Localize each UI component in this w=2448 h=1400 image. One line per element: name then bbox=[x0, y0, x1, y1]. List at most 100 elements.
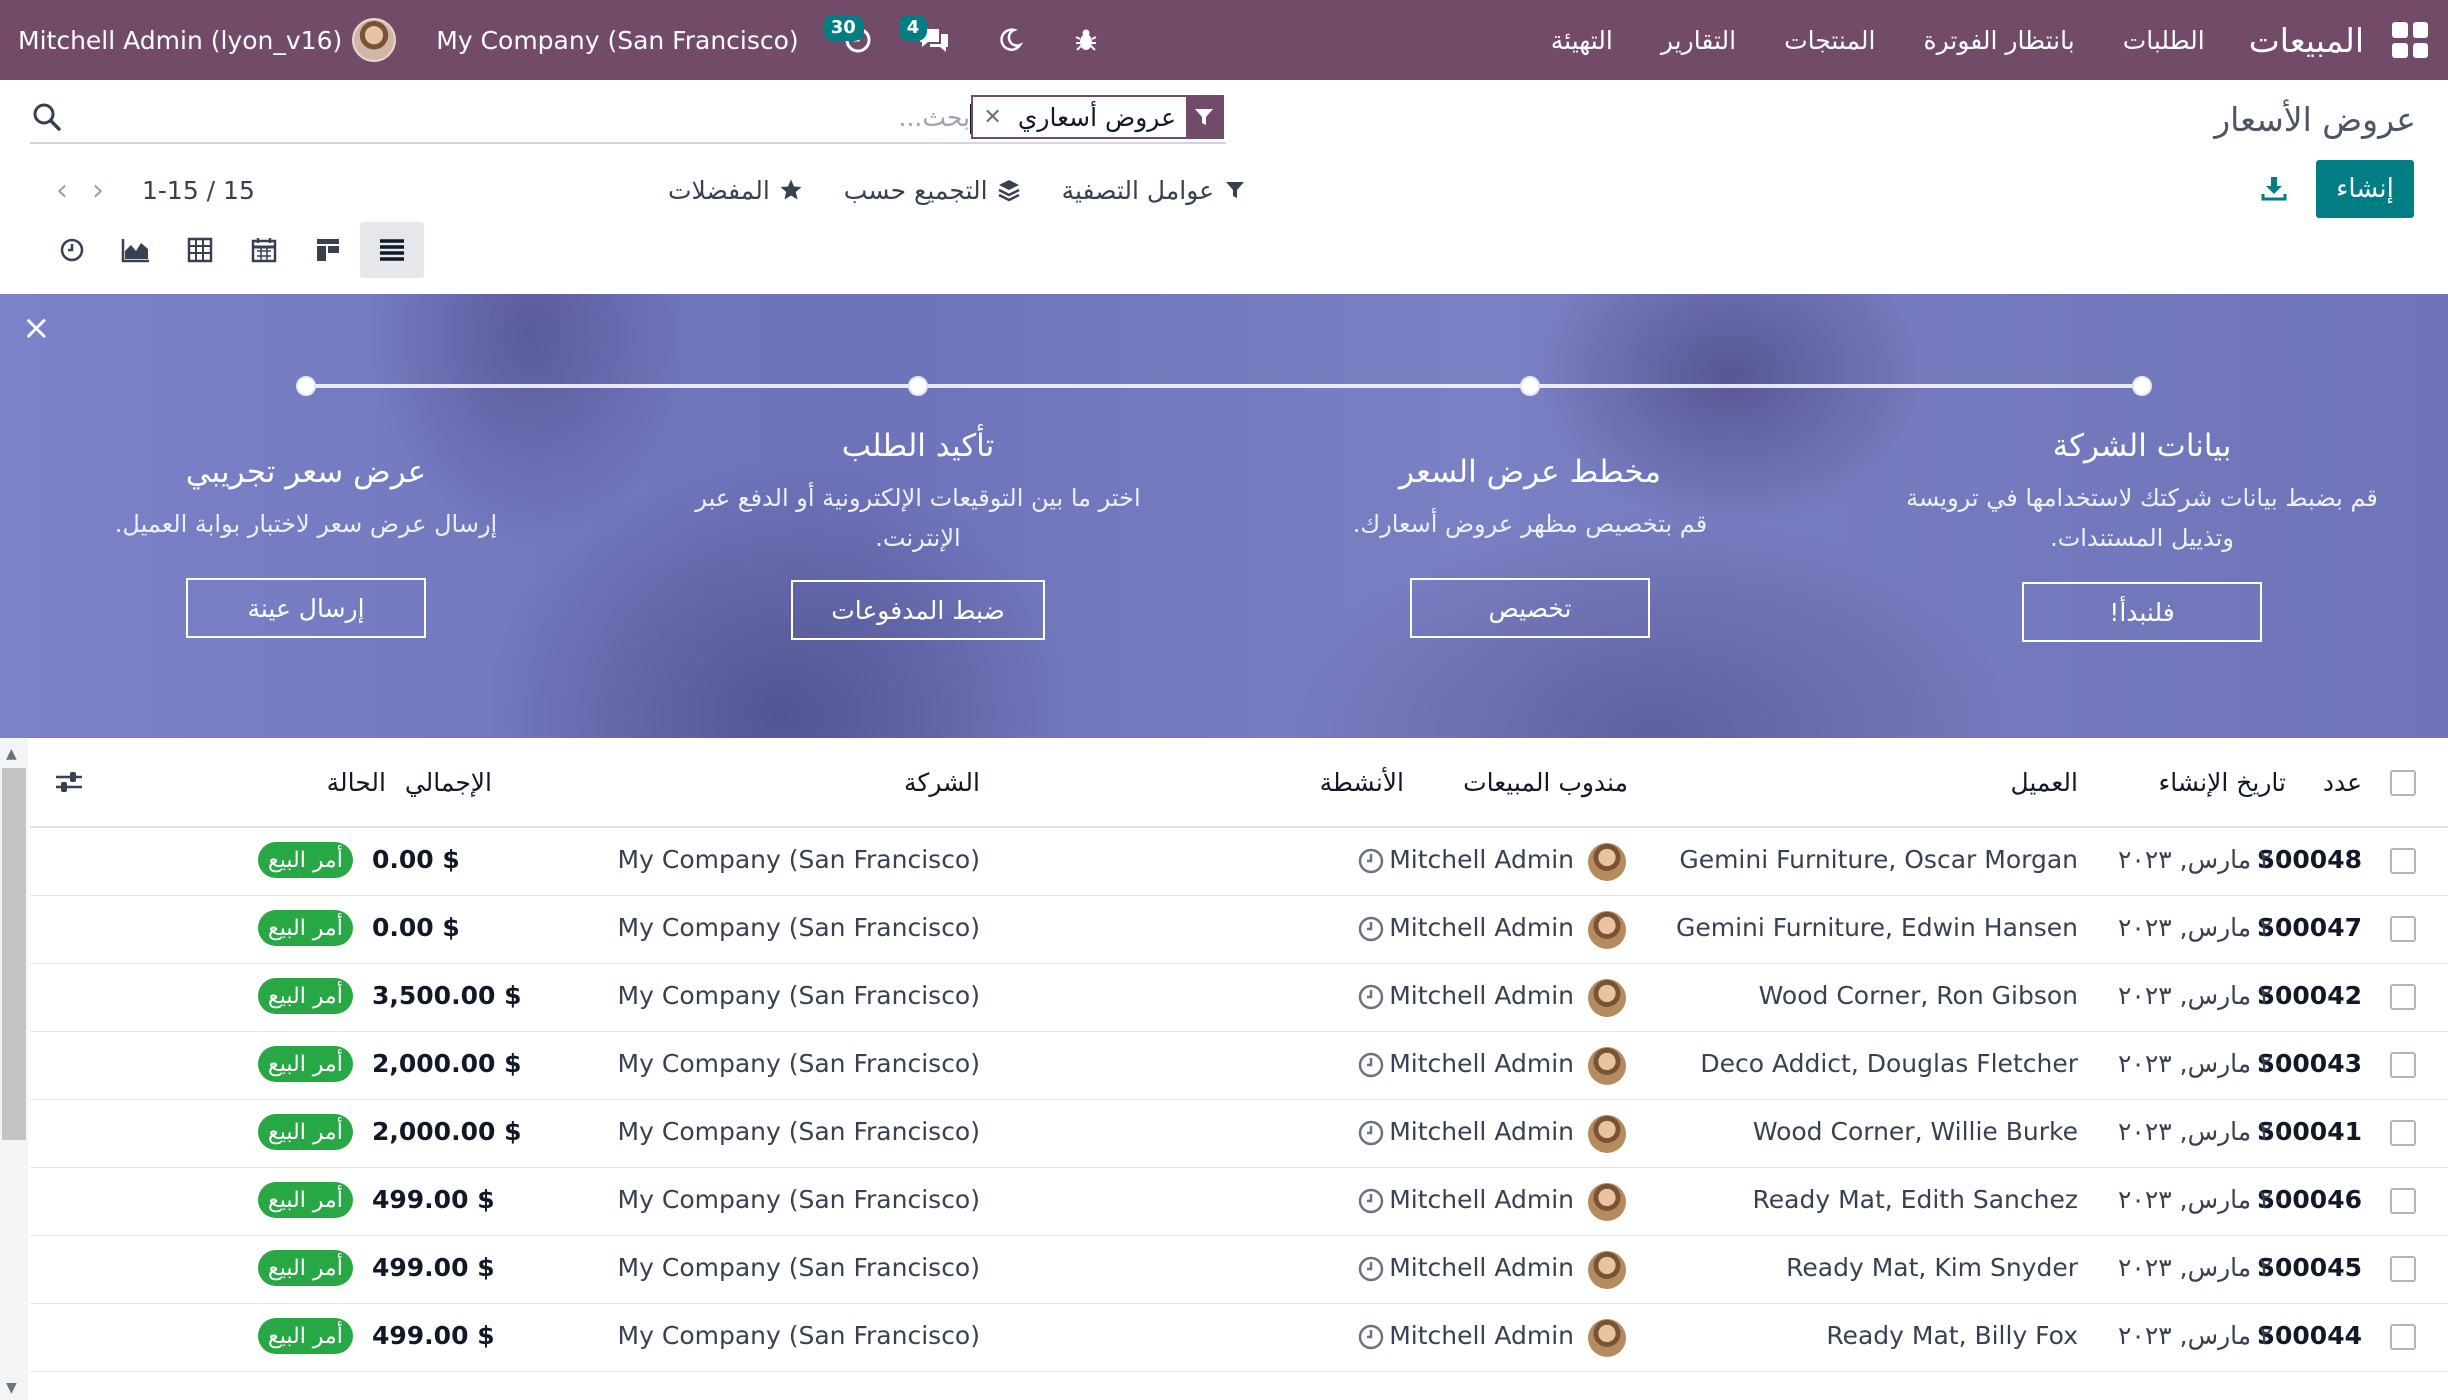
amount-total: $ 2,000.00 bbox=[372, 1049, 522, 1078]
salesperson-name: Mitchell Admin bbox=[1389, 1049, 1574, 1078]
column-date[interactable]: تاريخ الإنشاء bbox=[2158, 768, 2286, 797]
messaging-menu[interactable]: 4 bbox=[898, 15, 957, 63]
customer-name: Wood Corner, Ron Gibson bbox=[1758, 981, 2078, 1010]
row-checkbox[interactable] bbox=[2390, 1324, 2416, 1350]
table-row[interactable]: S00045 ٢٠ مارس, ٢٠٢٣ Ready Mat, Kim Snyder… bbox=[30, 1236, 2448, 1304]
area-chart-icon bbox=[121, 239, 149, 263]
step-description: قم بتخصيص مظهر عروض أسعارك. bbox=[1352, 510, 1708, 538]
creation-date: ٢٠ مارس, ٢٠٢٣ bbox=[2117, 981, 2286, 1010]
pager-next-icon[interactable]: › bbox=[80, 170, 116, 210]
favorites-button[interactable]: المفضلات bbox=[668, 176, 804, 205]
row-checkbox[interactable] bbox=[2390, 1052, 2416, 1078]
download-icon bbox=[2261, 177, 2287, 201]
dark-mode-toggle[interactable] bbox=[987, 17, 1033, 63]
column-company[interactable]: الشركة bbox=[904, 768, 980, 797]
facet-remove-icon[interactable]: ✕ bbox=[973, 97, 1007, 137]
column-total[interactable]: الإجمالي bbox=[405, 768, 492, 797]
step-start-button[interactable]: فلنبدأ! bbox=[2022, 582, 2262, 642]
column-salesperson[interactable]: مندوب المبيعات bbox=[1463, 768, 1628, 797]
table-row[interactable]: S00047 ٢٠ مارس, ٢٠٢٣ Gemini Furniture, Edw… bbox=[30, 896, 2448, 964]
salesperson-name: Mitchell Admin bbox=[1389, 1185, 1574, 1214]
creation-date: ٢٠ مارس, ٢٠٢٣ bbox=[2117, 1321, 2286, 1350]
scroll-down-icon[interactable]: ▼ bbox=[6, 1380, 17, 1396]
search-facet: ✕ عروض أسعاري bbox=[971, 95, 1224, 139]
amount-total: $ 0.00 bbox=[372, 913, 460, 942]
scroll-thumb[interactable] bbox=[2, 768, 26, 1140]
activity-clock-icon[interactable] bbox=[1356, 1118, 1386, 1148]
column-number[interactable]: عدد bbox=[2323, 768, 2362, 797]
activity-clock-icon[interactable] bbox=[1356, 846, 1386, 876]
table-row[interactable]: S00043 ٢٠ مارس, ٢٠٢٣ Deco Addict, Douglas … bbox=[30, 1032, 2448, 1100]
optional-columns-icon[interactable] bbox=[54, 768, 84, 800]
activity-clock-icon[interactable] bbox=[1356, 1254, 1386, 1284]
column-status[interactable]: الحالة bbox=[327, 768, 386, 797]
step-payments-button[interactable]: ضبط المدفوعات bbox=[791, 580, 1045, 640]
app-brand[interactable]: المبيعات bbox=[2249, 21, 2364, 60]
table-row[interactable]: S00041 ٢٠ مارس, ٢٠٢٣ Wood Corner, Willie B… bbox=[30, 1100, 2448, 1168]
pager-value[interactable]: 1-15 / 15 bbox=[142, 176, 255, 205]
row-checkbox[interactable] bbox=[2390, 848, 2416, 874]
calendar-view-button[interactable] bbox=[232, 222, 296, 278]
search-icon[interactable] bbox=[30, 100, 64, 134]
step-dot bbox=[2132, 376, 2152, 396]
filters-button[interactable]: عوامل التصفية bbox=[1062, 176, 1248, 205]
column-customer[interactable]: العميل bbox=[2010, 768, 2078, 797]
onboarding-banner: × بيانات الشركة قم بضبط بيانات شركتك لاس… bbox=[0, 294, 2448, 738]
menu-products[interactable]: المنتجات bbox=[1784, 26, 1875, 55]
menu-orders[interactable]: الطلبات bbox=[2123, 26, 2205, 55]
user-menu[interactable]: Mitchell Admin (lyon_v16) bbox=[18, 0, 397, 80]
table-row[interactable]: S00044 ٢٠ مارس, ٢٠٢٣ Ready Mat, Billy Fox M… bbox=[30, 1304, 2448, 1372]
amount-total: $ 3,500.00 bbox=[372, 981, 522, 1010]
customer-name: Ready Mat, Edith Sanchez bbox=[1752, 1185, 2078, 1214]
onboarding-progress-line bbox=[306, 384, 2140, 388]
facet-label: عروض أسعاري bbox=[1017, 102, 1176, 132]
list-view-button[interactable] bbox=[360, 222, 424, 278]
breadcrumb: عروض الأسعار bbox=[2214, 100, 2416, 139]
salesperson-name: Mitchell Admin bbox=[1389, 845, 1574, 874]
salesperson-name: Mitchell Admin bbox=[1389, 1253, 1574, 1282]
activity-menu[interactable]: 30 bbox=[822, 15, 881, 63]
activity-clock-icon[interactable] bbox=[1356, 914, 1386, 944]
debug-menu[interactable] bbox=[1063, 17, 1109, 63]
select-all-checkbox[interactable] bbox=[2390, 770, 2416, 796]
filter-icon bbox=[1186, 97, 1222, 137]
pivot-view-button[interactable] bbox=[168, 222, 232, 278]
activity-view-button[interactable] bbox=[40, 222, 104, 278]
groupby-button[interactable]: التجميع حسب bbox=[844, 176, 1022, 205]
vertical-scrollbar[interactable]: ▲ ▼ bbox=[0, 738, 28, 1400]
scroll-up-icon[interactable]: ▲ bbox=[6, 746, 17, 762]
activity-clock-icon[interactable] bbox=[1356, 1322, 1386, 1352]
navbar-systray: Mitchell Admin (lyon_v16) My Company (Sa… bbox=[0, 0, 1109, 80]
row-checkbox[interactable] bbox=[2390, 1120, 2416, 1146]
navbar-main-menu: المبيعات الطلبات بانتظار الفوترة المنتجا… bbox=[1503, 0, 2448, 80]
search-input[interactable] bbox=[470, 98, 970, 136]
step-send-sample-button[interactable]: إرسال عينة bbox=[186, 578, 426, 638]
activity-clock-icon[interactable] bbox=[1356, 1186, 1386, 1216]
activity-clock-icon[interactable] bbox=[1356, 982, 1386, 1012]
apps-menu-icon[interactable] bbox=[2392, 22, 2428, 58]
row-checkbox[interactable] bbox=[2390, 1256, 2416, 1282]
activity-clock-icon[interactable] bbox=[1356, 1050, 1386, 1080]
create-button[interactable]: إنشاء bbox=[2316, 160, 2414, 218]
close-icon[interactable]: × bbox=[22, 311, 51, 345]
menu-configuration[interactable]: التهيئة bbox=[1551, 26, 1613, 55]
pager-previous-icon[interactable]: ‹ bbox=[44, 170, 80, 210]
step-customize-button[interactable]: تخصيص bbox=[1410, 578, 1650, 638]
graph-view-button[interactable] bbox=[104, 222, 168, 278]
table-row[interactable]: S00046 ٢٠ مارس, ٢٠٢٣ Ready Mat, Edith Sanc… bbox=[30, 1168, 2448, 1236]
search-bar: ✕ عروض أسعاري bbox=[30, 92, 1226, 144]
menu-to-invoice[interactable]: بانتظار الفوترة bbox=[1923, 26, 2074, 55]
menu-reporting[interactable]: التقارير bbox=[1661, 26, 1736, 55]
row-checkbox[interactable] bbox=[2390, 916, 2416, 942]
user-name: Mitchell Admin (lyon_v16) bbox=[18, 25, 343, 55]
export-button[interactable] bbox=[2256, 170, 2292, 206]
company-switcher[interactable]: My Company (San Francisco) bbox=[436, 26, 798, 55]
column-activities[interactable]: الأنشطة bbox=[1320, 768, 1404, 797]
row-checkbox[interactable] bbox=[2390, 984, 2416, 1010]
status-badge: أمر البيع bbox=[258, 978, 353, 1014]
kanban-view-button[interactable] bbox=[296, 222, 360, 278]
amount-total: $ 0.00 bbox=[372, 845, 460, 874]
table-row[interactable]: S00042 ٢٠ مارس, ٢٠٢٣ Wood Corner, Ron Gibs… bbox=[30, 964, 2448, 1032]
table-row[interactable]: S00048 ٢٠ مارس, ٢٠٢٣ Gemini Furniture, Osc… bbox=[30, 828, 2448, 896]
row-checkbox[interactable] bbox=[2390, 1188, 2416, 1214]
